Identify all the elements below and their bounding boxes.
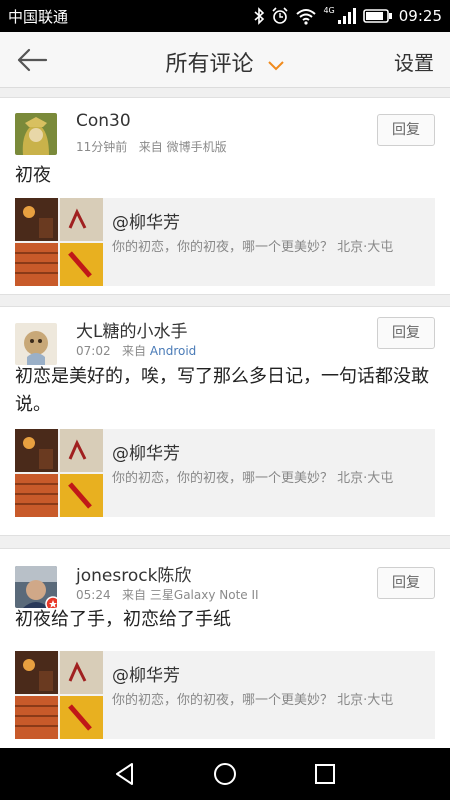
alarm-icon: [272, 7, 289, 24]
wifi-icon: [296, 9, 317, 25]
chevron-down-icon: [267, 61, 284, 71]
comment-source: 三星Galaxy Note II: [149, 588, 259, 602]
comment-source-prefix: 来自: [122, 588, 147, 602]
comment-item[interactable]: 大L糖的小水手 07:02 来自 Android 回复 初恋是美好的，唉，写了那…: [0, 306, 450, 536]
post-thumbnail: [15, 651, 103, 739]
quoted-post[interactable]: @柳华芳 你的初恋，你的初夜，哪一个更美妙？ 北京·大屯: [15, 429, 435, 517]
quoted-author[interactable]: @柳华芳: [112, 661, 180, 686]
comment-text: 初夜给了手，初恋给了手纸: [15, 609, 231, 630]
post-thumbnail: [15, 429, 103, 517]
quoted-author[interactable]: @柳华芳: [112, 208, 180, 233]
comment-text: 初夜: [15, 165, 51, 186]
comment-source: 微博手机版: [166, 140, 227, 154]
comment-time: 11分钟前: [76, 140, 128, 154]
bluetooth-icon: [254, 7, 265, 25]
settings-button[interactable]: 设置: [394, 47, 434, 76]
signal-icon: [337, 8, 356, 24]
comment-source-link[interactable]: Android: [150, 344, 196, 358]
home-nav-icon[interactable]: [212, 761, 238, 787]
comment-meta: 05:24 来自 三星Galaxy Note II: [76, 586, 259, 603]
quoted-author[interactable]: @柳华芳: [112, 439, 180, 464]
battery-icon: [362, 9, 392, 23]
status-bar: 中国联通 4G 09:25: [0, 0, 450, 32]
comment-source-prefix: 来自: [122, 344, 147, 358]
comment-source-prefix: 来自: [138, 140, 163, 154]
top-bar: 所有评论 设置: [0, 32, 450, 88]
page-title: 所有评论: [165, 52, 254, 77]
comment-item[interactable]: jonesrock陈欣 05:24 来自 三星Galaxy Note II 回复…: [0, 548, 450, 748]
post-thumbnail: [15, 198, 103, 286]
page-title-dropdown[interactable]: 所有评论: [0, 46, 450, 78]
comment-meta: 11分钟前 来自 微博手机版: [76, 138, 227, 155]
avatar[interactable]: [15, 566, 57, 608]
clock-label: 09:25: [398, 7, 442, 25]
quoted-post[interactable]: @柳华芳 你的初恋，你的初夜，哪一个更美妙？ 北京·大屯: [15, 198, 435, 286]
comment-username[interactable]: jonesrock陈欣: [76, 561, 191, 586]
status-icons: 4G 09:25: [253, 5, 442, 27]
carrier-label: 中国联通: [8, 8, 69, 26]
comment-username[interactable]: 大L糖的小水手: [76, 317, 187, 342]
comment-text: 初恋是美好的，唉，写了那么多日记，一句话都没敢说。: [15, 366, 429, 415]
quoted-text: 你的初恋，你的初夜，哪一个更美妙？ 北京·大屯: [112, 471, 394, 486]
avatar[interactable]: [15, 113, 57, 155]
reply-button[interactable]: 回复: [377, 114, 435, 146]
quoted-text: 你的初恋，你的初夜，哪一个更美妙？ 北京·大屯: [112, 240, 394, 255]
quoted-text: 你的初恋，你的初夜，哪一个更美妙？ 北京·大屯: [112, 693, 394, 708]
system-nav-bar: [0, 748, 450, 800]
back-nav-icon[interactable]: [112, 761, 138, 787]
comment-time: 07:02: [76, 344, 111, 358]
comment-username[interactable]: Con30: [76, 111, 131, 131]
avatar[interactable]: [15, 323, 57, 365]
comment-meta: 07:02 来自 Android: [76, 342, 196, 359]
comment-time: 05:24: [76, 588, 111, 602]
reply-button[interactable]: 回复: [377, 567, 435, 599]
network-type-label: 4G: [323, 5, 335, 15]
reply-button[interactable]: 回复: [377, 317, 435, 349]
recents-nav-icon[interactable]: [312, 761, 338, 787]
quoted-post[interactable]: @柳华芳 你的初恋，你的初夜，哪一个更美妙？ 北京·大屯: [15, 651, 435, 739]
comment-item[interactable]: Con30 11分钟前 来自 微博手机版 回复 初夜 @柳华芳 你的初恋，你的初…: [0, 97, 450, 295]
comment-list[interactable]: Con30 11分钟前 来自 微博手机版 回复 初夜 @柳华芳 你的初恋，你的初…: [0, 88, 450, 748]
